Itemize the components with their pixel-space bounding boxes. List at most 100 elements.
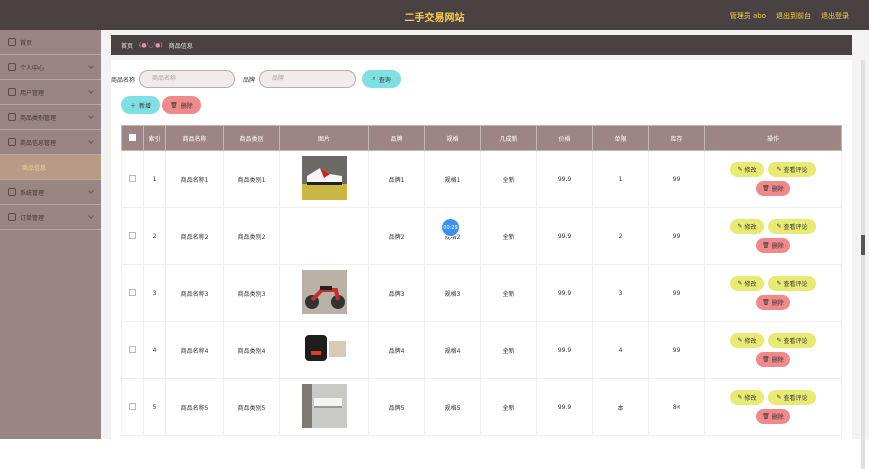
name-input[interactable]: 商品名称 — [139, 70, 236, 88]
sidebar-item-home[interactable]: 首页 — [0, 30, 101, 55]
sidebar-item-profile[interactable]: 个人中心 — [0, 55, 101, 80]
row-delete-button[interactable]: 🗑 删除 — [756, 238, 790, 253]
edit-icon: ✎ — [737, 337, 743, 344]
back-to-front-link[interactable]: 退出到前台 — [776, 11, 811, 21]
sidebar-item-label: 商品信息管理 — [20, 139, 57, 147]
delete-label: 删除 — [180, 102, 193, 110]
sidebar-item-label: 系统管理 — [20, 189, 45, 197]
sidebar-item-label: 订单管理 — [20, 214, 45, 222]
row-delete-label: 删除 — [771, 414, 784, 421]
query-button[interactable]: ⌕ 查询 — [362, 70, 402, 88]
edit-icon: ✎ — [737, 223, 743, 230]
user-icon — [8, 63, 16, 71]
name-label: 商品名称 — [111, 76, 136, 84]
row-delete-label: 删除 — [771, 300, 784, 307]
cell-brand: 品牌5 — [368, 378, 425, 436]
edit-icon: ✎ — [776, 394, 782, 401]
cell-condition: 全新 — [480, 264, 537, 322]
edit-button[interactable]: ✎ 修改 — [730, 276, 764, 291]
edit-button[interactable]: ✎ 修改 — [730, 219, 764, 234]
cell-category: 商品类别3 — [223, 264, 280, 322]
main-content: 首页 (●'◡'●) 商品信息 商品名称 商品名称 品牌 品牌 ⌕ 查询 ＋新增 … — [101, 30, 869, 469]
trash-icon: 🗑 — [762, 185, 770, 192]
add-button[interactable]: ＋新增 — [121, 96, 160, 114]
view-review-label: 查看评论 — [783, 338, 808, 345]
row-delete-button[interactable]: 🗑 删除 — [756, 409, 790, 424]
sidebar-subitem-goods-info[interactable]: 商品信息 — [0, 155, 101, 180]
select-all-checkbox[interactable] — [129, 133, 136, 141]
cell-index: 5 — [143, 378, 166, 436]
col-header: 索引 — [143, 125, 166, 151]
sidebar-item-goods[interactable]: 商品信息管理 — [0, 130, 101, 155]
edit-icon: ✎ — [776, 166, 782, 173]
logout-link[interactable]: 退出登录 — [821, 11, 849, 21]
row-checkbox[interactable] — [129, 174, 136, 182]
edit-button[interactable]: ✎ 修改 — [730, 333, 764, 348]
cell-name: 商品名称3 — [165, 264, 224, 322]
cell-price: 99.9 — [536, 264, 593, 322]
cell-brand: 品牌2 — [368, 207, 425, 265]
row-delete-button[interactable]: 🗑 删除 — [756, 352, 790, 367]
row-delete-button[interactable]: 🗑 删除 — [756, 295, 790, 310]
cell-limit: 3 — [592, 264, 649, 322]
scrollbar-thumb[interactable] — [861, 235, 865, 255]
row-select-cell[interactable] — [121, 264, 144, 322]
delete-button[interactable]: 🗑 删除 — [162, 96, 201, 114]
row-checkbox[interactable] — [129, 402, 136, 410]
breadcrumb-emoticon: (●'◡'●) — [139, 41, 163, 49]
row-checkbox[interactable] — [129, 231, 136, 239]
row-select-cell[interactable] — [121, 321, 144, 379]
cell-stock: 99 — [648, 264, 705, 322]
row-checkbox[interactable] — [129, 288, 136, 296]
cell-spec: 规格3 — [424, 264, 481, 322]
edit-label: 修改 — [744, 224, 757, 231]
users-icon — [8, 88, 16, 96]
cell-stock: 99 — [648, 150, 705, 208]
col-header: 库存 — [648, 125, 705, 151]
edit-button[interactable]: ✎ 修改 — [730, 162, 764, 177]
sidebar-item-system[interactable]: 系统管理 — [0, 180, 101, 205]
view-review-button[interactable]: ✎ 查看评论 — [768, 276, 816, 291]
row-select-cell[interactable] — [121, 207, 144, 265]
trash-icon: 🗑 — [762, 413, 770, 420]
cell-brand: 品牌3 — [368, 264, 425, 322]
brand-input[interactable]: 品牌 — [259, 70, 357, 88]
row-select-cell[interactable] — [121, 378, 144, 436]
breadcrumb-home[interactable]: 首页 — [121, 41, 133, 50]
table-row: 3 商品名称3 商品类别3 品牌3 规格3 全新 99.9 3 99 ✎ 修改 ✎ 查看评论 🗑 删除 — [121, 264, 842, 322]
cell-limit: 1 — [592, 150, 649, 208]
row-select-cell[interactable] — [121, 150, 144, 208]
table-row: 5 商品名称5 商品类别5 品牌5 规格5 全新 99.9 本 8ৰ ✎ 修改 ✎ 查看评论 🗑 删除 — [121, 378, 842, 436]
view-review-label: 查看评论 — [783, 395, 808, 402]
sidebar-item-orders[interactable]: 订单管理 — [0, 205, 101, 230]
cell-name: 商品名称2 — [165, 207, 224, 265]
search-bar: 商品名称 商品名称 品牌 品牌 ⌕ 查询 — [111, 70, 402, 88]
settings-icon — [8, 188, 16, 196]
sidebar-item-label: 商品类别管理 — [20, 114, 57, 122]
sidebar-item-label: 个人中心 — [20, 64, 45, 72]
cell-index: 4 — [143, 321, 166, 379]
scrollbar[interactable] — [861, 60, 865, 469]
cell-spec: 规格5 — [424, 378, 481, 436]
product-image — [301, 327, 347, 373]
view-review-button[interactable]: ✎ 查看评论 — [768, 390, 816, 405]
edit-label: 修改 — [744, 167, 757, 174]
breadcrumb: 首页 (●'◡'●) 商品信息 — [111, 35, 852, 55]
chevron-down-icon — [88, 88, 94, 94]
select-all-header[interactable] — [121, 125, 144, 151]
cell-condition: 全新 — [480, 321, 537, 379]
row-checkbox[interactable] — [129, 345, 136, 353]
sidebar-item-category[interactable]: 商品类别管理 — [0, 105, 101, 130]
view-review-button[interactable]: ✎ 查看评论 — [768, 162, 816, 177]
edit-button[interactable]: ✎ 修改 — [730, 390, 764, 405]
goods-table: 索引 商品名称 商品类别 图片 品牌 规格 几成新 价格 单限 库存 操作 1商… — [121, 125, 842, 436]
cell-image — [279, 207, 369, 265]
col-header: 图片 — [279, 125, 369, 151]
chevron-down-icon — [88, 188, 94, 194]
edit-icon: ✎ — [737, 280, 743, 287]
view-review-button[interactable]: ✎ 查看评论 — [768, 219, 816, 234]
view-review-button[interactable]: ✎ 查看评论 — [768, 333, 816, 348]
cell-category: 商品类别4 — [223, 321, 280, 379]
row-delete-button[interactable]: 🗑 删除 — [756, 181, 790, 196]
sidebar-item-users[interactable]: 用户管理 — [0, 80, 101, 105]
